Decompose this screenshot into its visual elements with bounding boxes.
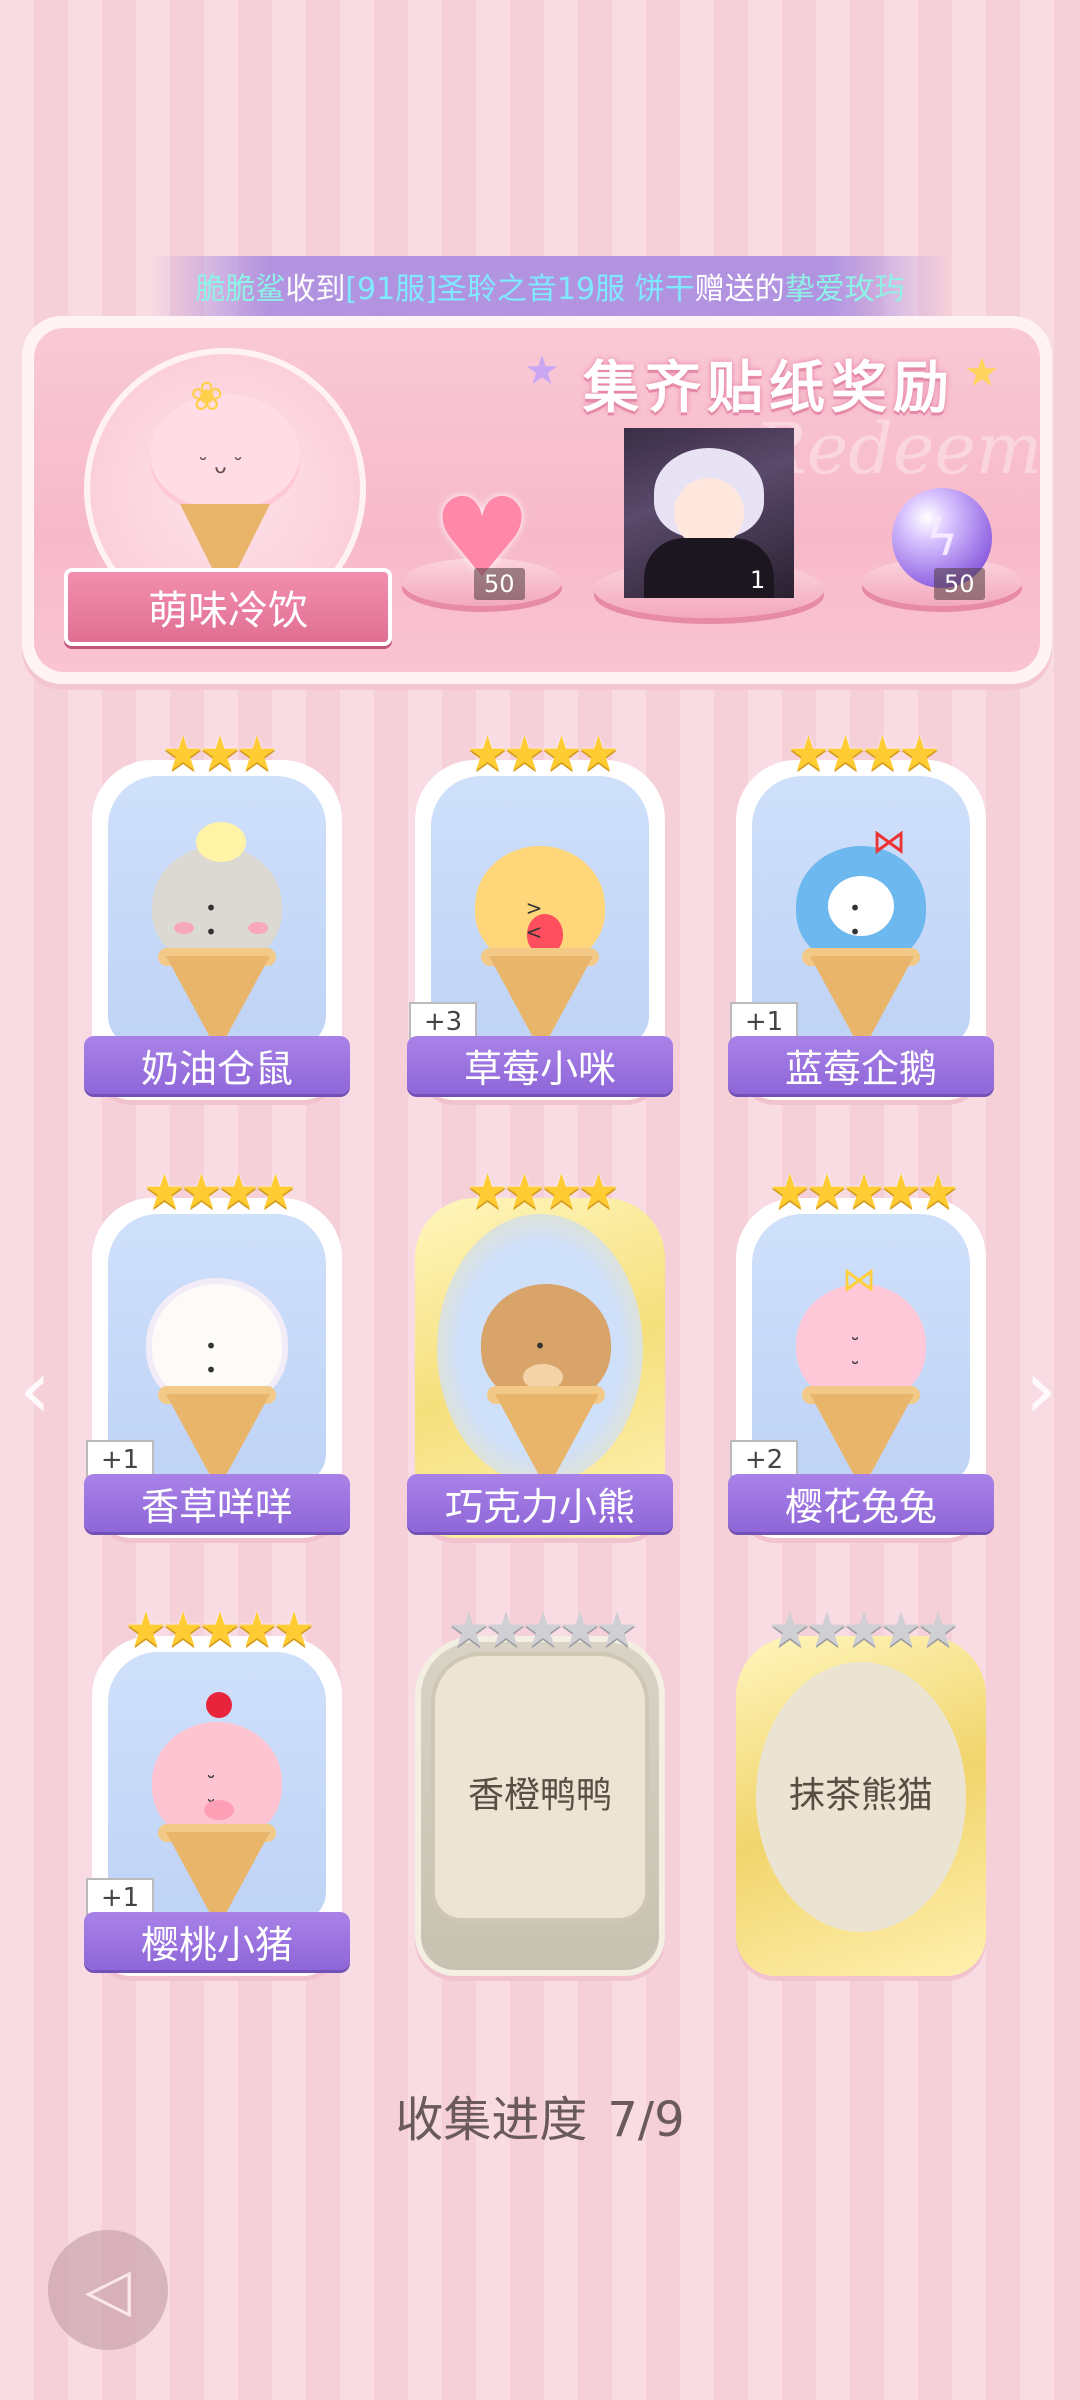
sticker-name: 香草咩咩 xyxy=(84,1474,350,1532)
sticker-card-locked[interactable]: ★★★★★ 香橙鸭鸭 xyxy=(415,1602,665,1976)
sticker-name: 樱桃小猪 xyxy=(84,1912,350,1970)
sticker-name: 巧克力小熊 xyxy=(407,1474,673,1532)
sticker-name: 抹茶熊猫 xyxy=(788,1775,933,1816)
sticker-name: 樱花兔兔 xyxy=(728,1474,994,1532)
sticker-name: 蓝莓企鹅 xyxy=(728,1036,994,1094)
sticker-card[interactable]: • • ★★★★ +1 香草咩咩 xyxy=(84,1164,350,1538)
sticker-card[interactable]: ⋈ • • ★★★★ +1 蓝莓企鹅 xyxy=(728,726,994,1100)
bow-icon: ❀ xyxy=(190,374,224,420)
star-rating: ★★★★★ xyxy=(447,1602,638,1658)
star-rating: ★★★★ xyxy=(786,726,941,782)
banner-title: 集齐贴纸奖励 xyxy=(583,355,955,421)
back-button[interactable]: ◁ xyxy=(48,2230,168,2350)
star-rating: ★★★★ xyxy=(465,726,620,782)
star-rating: ★★★★ xyxy=(465,1164,620,1220)
sticker-card[interactable]: • • ★★★★ 巧克力小熊 xyxy=(407,1164,673,1538)
broadcast-marquee: 脆脆鲨 收到 [91服]圣聆之音19服 饼干 赠送的 挚爱玫玙 xyxy=(150,256,950,316)
chevron-left-icon[interactable]: ‹ xyxy=(10,1350,60,1430)
collection-progress: 收集进度 7/9 xyxy=(0,2080,1080,2150)
progress-label: 收集进度 xyxy=(395,2092,588,2148)
marquee-item: 挚爱玫玙 xyxy=(784,272,905,307)
star-rating: ★★★★★ xyxy=(124,1602,315,1658)
marquee-server: [91服]圣聆之音19服 饼干 xyxy=(345,272,695,307)
reward-count: 50 xyxy=(474,568,525,600)
sticker-name: 奶油仓鼠 xyxy=(84,1036,350,1094)
marquee-received: 收到 xyxy=(285,272,346,307)
reward-banner: Redeem ★ 集齐贴纸奖励 ★ ❀ ˘ ᴗ ˘ 萌味冷饮 ♥ 50 1 ϟ … xyxy=(22,316,1052,684)
marquee-user: 脆脆鲨 xyxy=(195,272,286,307)
collection-name-ribbon: 萌味冷饮 xyxy=(64,568,392,646)
star-rating: ★★★★ xyxy=(142,1164,297,1220)
sticker-name: 香橙鸭鸭 xyxy=(467,1775,612,1816)
marquee-gift: 赠送的 xyxy=(694,272,785,307)
sticker-card[interactable]: > < ★★★★ +3 草莓小咪 xyxy=(407,726,673,1100)
sticker-card[interactable]: ⋈ ˘ ˘ ★★★★★ +2 樱花兔兔 xyxy=(728,1164,994,1538)
star-rating: ★★★★★ xyxy=(768,1164,959,1220)
reward-count: 50 xyxy=(934,568,985,600)
sticker-art-bear: • • xyxy=(437,1214,643,1484)
sticker-card[interactable]: ˘ ˘ ★★★★★ +1 樱桃小猪 xyxy=(84,1602,350,1976)
sticker-card-locked[interactable]: ★★★★★ 抹茶熊猫 xyxy=(736,1602,986,1976)
star-rating: ★★★ xyxy=(161,726,278,782)
reward-count: 1 xyxy=(750,566,766,594)
sticker-art-hamster: • • xyxy=(108,776,326,1046)
sticker-name: 草莓小咪 xyxy=(407,1036,673,1094)
chevron-right-icon[interactable]: › xyxy=(1016,1350,1066,1430)
progress-value: 7/9 xyxy=(607,2092,685,2148)
back-icon: ◁ xyxy=(84,2255,132,2325)
sparkle-icon: ★ xyxy=(964,350,1000,396)
sticker-card[interactable]: • • ★★★ 奶油仓鼠 xyxy=(84,726,350,1100)
star-rating: ★★★★★ xyxy=(768,1602,959,1658)
